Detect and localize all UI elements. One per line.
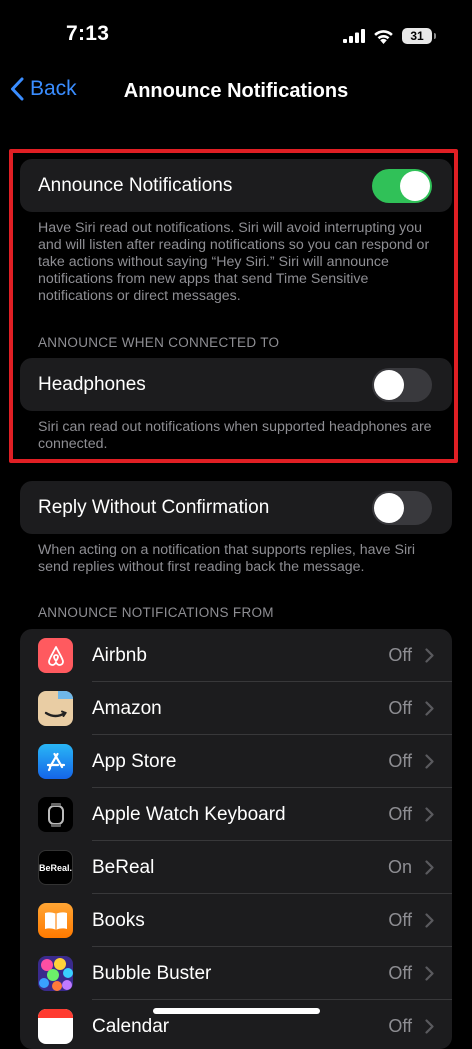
reply-without-confirmation-label: Reply Without Confirmation — [38, 496, 270, 518]
app-value: Off — [388, 751, 412, 771]
status-icons: 31 — [343, 24, 436, 48]
app-value: Off — [388, 698, 412, 718]
app-value: Off — [388, 804, 412, 824]
app-name: Amazon — [92, 697, 162, 719]
apple-watch-keyboard-icon — [38, 797, 73, 832]
app-row-books[interactable]: Books Off — [20, 894, 452, 947]
chevron-right-icon — [425, 754, 434, 769]
app-value: Off — [388, 963, 412, 983]
app-value: Off — [388, 1016, 412, 1036]
app-value: On — [387, 857, 412, 877]
app-name: App Store — [92, 750, 177, 772]
cellular-signal-icon — [343, 29, 365, 43]
app-name: Calendar — [92, 1015, 170, 1037]
reply-without-confirmation-toggle[interactable] — [372, 491, 432, 525]
app-row-apple-watch-keyboard[interactable]: Apple Watch Keyboard Off — [20, 788, 452, 841]
reply-without-confirmation-row: Reply Without Confirmation — [20, 481, 452, 534]
app-row-amazon[interactable]: Amazon Off — [20, 682, 452, 735]
airbnb-icon — [38, 638, 73, 673]
app-row-airbnb[interactable]: Airbnb Off — [20, 629, 452, 682]
battery-icon: 31 — [402, 28, 436, 44]
chevron-right-icon — [425, 913, 434, 928]
toggle-knob — [374, 493, 404, 523]
app-name: Bubble Buster — [92, 962, 212, 984]
app-name: Apple Watch Keyboard — [92, 803, 286, 825]
app-name: Books — [92, 909, 145, 931]
bereal-icon-text: BeReal. — [38, 862, 73, 873]
chevron-right-icon — [425, 1019, 434, 1034]
reply-footer: When acting on a notification that suppo… — [38, 542, 415, 575]
app-row-bereal[interactable]: BeReal. BeReal On — [20, 841, 452, 894]
app-value: Off — [388, 645, 412, 665]
page-title: Announce Notifications — [123, 80, 349, 102]
chevron-right-icon — [425, 648, 434, 663]
books-icon — [38, 903, 73, 938]
app-value: Off — [388, 910, 412, 930]
chevron-right-icon — [425, 860, 434, 875]
reply-group: Reply Without Confirmation — [20, 481, 452, 534]
app-name: Airbnb — [92, 644, 147, 666]
apps-header: ANNOUNCE NOTIFICATIONS FROM — [38, 605, 274, 620]
wifi-icon — [374, 29, 393, 44]
bubble-buster-icon — [38, 956, 73, 991]
chevron-right-icon — [425, 807, 434, 822]
app-row-bubble-buster[interactable]: Bubble Buster Off — [20, 947, 452, 1000]
bereal-icon: BeReal. — [38, 850, 73, 885]
amazon-icon — [38, 691, 73, 726]
highlight-box — [9, 149, 458, 463]
apps-list: Airbnb Off Amazon Off App Store Off Appl… — [20, 629, 452, 1049]
calendar-icon — [38, 1009, 73, 1044]
app-row-app-store[interactable]: App Store Off — [20, 735, 452, 788]
navigation-bar: Back Announce Notifications — [0, 64, 472, 118]
app-name: BeReal — [92, 856, 155, 878]
status-time: 7:13 — [66, 22, 110, 45]
status-bar: 7:13 31 — [0, 0, 472, 64]
battery-level: 31 — [410, 29, 424, 43]
app-store-icon — [38, 744, 73, 779]
chevron-right-icon — [425, 966, 434, 981]
chevron-right-icon — [425, 701, 434, 716]
home-indicator[interactable] — [153, 1008, 320, 1014]
